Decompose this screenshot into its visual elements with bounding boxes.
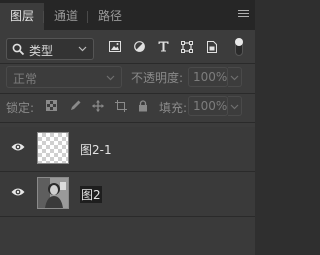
photo-thumbnail-image: [38, 178, 68, 208]
adjustment-filter-icon[interactable]: [134, 41, 145, 52]
layer-thumbnail-transparent: [37, 132, 69, 164]
tab-layers[interactable]: 图层: [0, 3, 45, 30]
tab-paths[interactable]: 路径: [88, 3, 132, 30]
shape-filter-icon[interactable]: [181, 41, 193, 53]
lock-all-icon[interactable]: [138, 100, 148, 112]
layers-list: 图2-1 图2: [0, 127, 255, 255]
filter-toggle-knob: [235, 38, 243, 46]
chevron-down-icon: [230, 75, 239, 81]
image-filter-icon[interactable]: [109, 41, 121, 52]
lock-artboard-icon[interactable]: [115, 100, 127, 112]
opacity-input[interactable]: 100%: [188, 67, 228, 87]
lock-label: 锁定:: [6, 101, 35, 115]
search-icon: [12, 43, 25, 56]
layers-panel: 类型 正常 不透明度: 100% 锁定: 填充: 100% 图2-1 图2: [0, 30, 255, 255]
opacity-value: 100%: [193, 70, 228, 84]
tab-channels[interactable]: 通道: [44, 3, 89, 30]
lock-position-icon[interactable]: [92, 100, 104, 112]
divider: [0, 216, 255, 217]
divider: [0, 93, 255, 94]
fill-value: 100%: [193, 99, 228, 113]
layer-name[interactable]: 图2: [80, 186, 102, 203]
fill-label: 填充:: [159, 101, 188, 115]
blend-mode-value: 正常: [13, 72, 38, 86]
lock-transparent-pixels-icon[interactable]: [46, 100, 57, 111]
fill-input[interactable]: 100%: [188, 96, 228, 116]
panel-tab-bar: 图层 通道 路径: [0, 0, 255, 30]
filter-kind-label: 类型: [29, 44, 54, 58]
chevron-down-icon: [106, 75, 115, 81]
blend-mode-select[interactable]: 正常: [6, 66, 122, 88]
fill-dropdown-button[interactable]: [228, 96, 242, 116]
layer-row[interactable]: 图2: [0, 172, 255, 216]
opacity-label: 不透明度:: [131, 71, 184, 85]
filter-kind-select[interactable]: 类型: [6, 38, 94, 60]
visibility-eye-icon[interactable]: [11, 187, 25, 197]
divider: [0, 63, 255, 64]
opacity-dropdown-button[interactable]: [228, 67, 242, 87]
layer-thumbnail-photo: [37, 177, 69, 209]
layer-row[interactable]: 图2-1: [0, 127, 255, 171]
chevron-down-icon: [78, 46, 87, 52]
chevron-down-icon: [230, 104, 239, 110]
filter-toggle[interactable]: [235, 38, 243, 56]
type-filter-icon[interactable]: [158, 41, 169, 52]
panel-menu-icon[interactable]: [238, 10, 249, 19]
visibility-eye-icon[interactable]: [11, 142, 25, 152]
layer-name[interactable]: 图2-1: [80, 141, 112, 158]
smart-object-filter-icon[interactable]: [207, 41, 217, 53]
lock-image-pixels-icon[interactable]: [70, 100, 81, 111]
divider: [0, 122, 255, 123]
